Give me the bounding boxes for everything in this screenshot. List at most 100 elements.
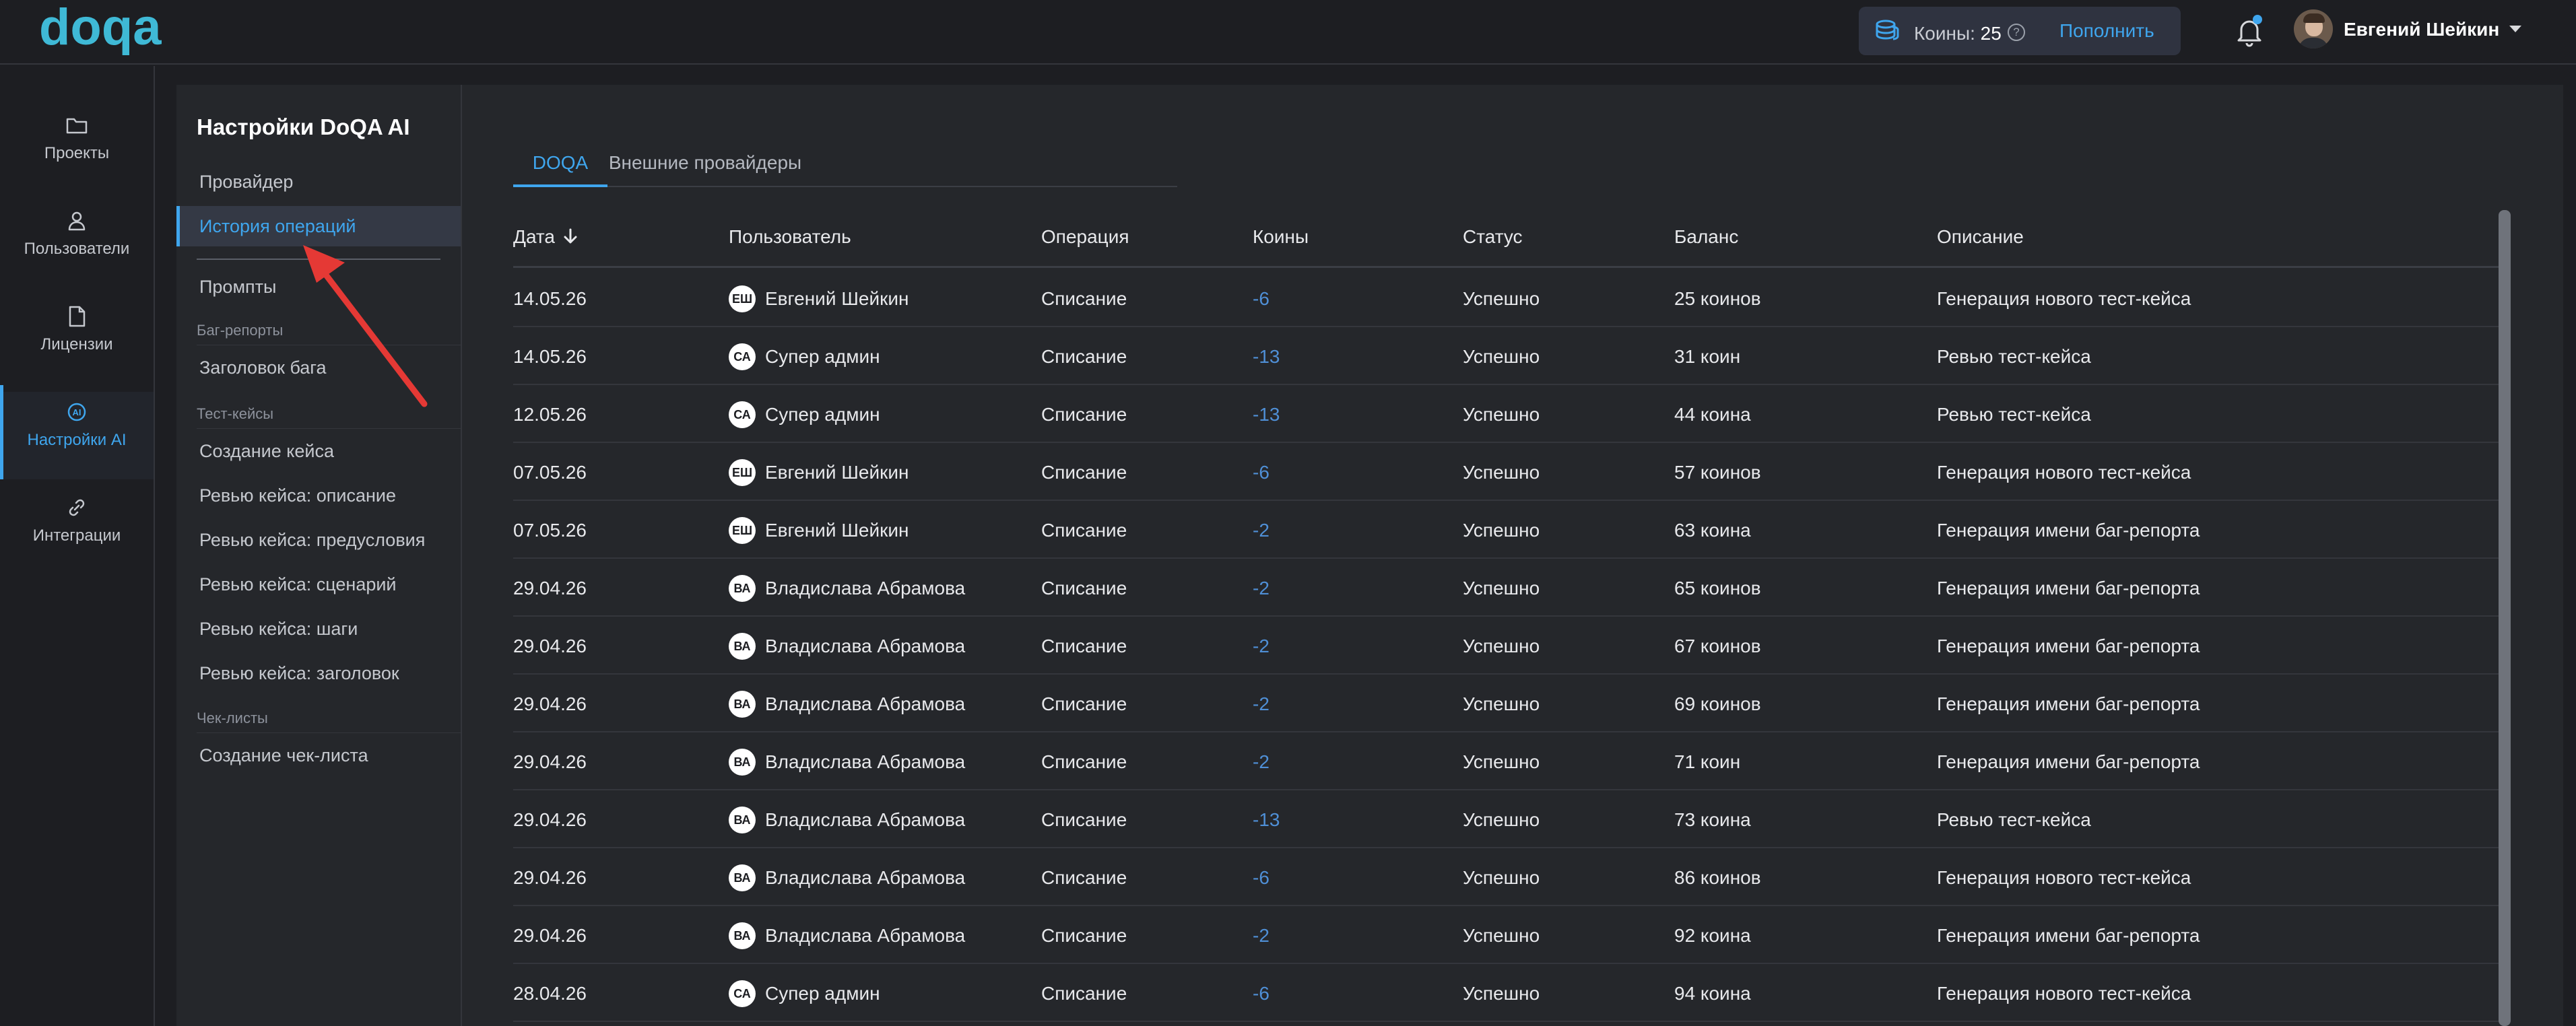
- tab-external-providers[interactable]: Внешние провайдеры: [607, 141, 803, 187]
- column-header-label: Дата: [513, 226, 556, 247]
- column-header-balance[interactable]: Баланс: [1674, 226, 1738, 248]
- cell-date: 29.04.26: [513, 925, 587, 946]
- cell-status: Успешно: [1463, 636, 1540, 656]
- cell-user-name: Владислава Абрамова: [765, 751, 966, 772]
- table-row[interactable]: ВА 29.04.26 Владислава Абрамова Списание -13…: [513, 790, 2507, 848]
- svg-text:doqa: doqa: [39, 4, 162, 56]
- menu-item-operations-history[interactable]: История операций: [176, 206, 461, 246]
- cell-operation: Списание: [1041, 925, 1127, 946]
- menu-rule: [197, 428, 461, 429]
- top-bar: doqa Коины: 25 ? Пополнить Евгений Шейки…: [0, 0, 2576, 65]
- menu-group-test-cases: Тест-кейсы: [197, 405, 274, 422]
- menu-item-review-scenario[interactable]: Ревью кейса: сценарий: [176, 564, 461, 605]
- cell-date: 29.04.26: [513, 636, 587, 656]
- topup-button[interactable]: Пополнить: [2054, 18, 2160, 44]
- cell-balance: 86 коинов: [1674, 867, 1761, 888]
- table-row[interactable]: СА 12.05.26 Супер админ Списание -13 Успешно 4…: [513, 385, 2507, 443]
- column-header-coins[interactable]: Коины: [1253, 226, 1309, 248]
- column-header-date[interactable]: Дата: [513, 226, 579, 248]
- cell-date: 28.04.26: [513, 983, 587, 1004]
- coins-value: 25: [1980, 23, 2002, 44]
- cell-status: Успешно: [1463, 462, 1540, 483]
- menu-item-review-preconditions[interactable]: Ревью кейса: предусловия: [176, 520, 461, 560]
- table-scrollbar[interactable]: [2499, 210, 2511, 1026]
- cell-date: 14.05.26: [513, 346, 587, 367]
- cell-balance: 63 коина: [1674, 520, 1751, 541]
- rail-item-users[interactable]: Пользователи: [0, 201, 154, 288]
- tab-doqa[interactable]: DOQA: [513, 141, 607, 187]
- cell-description: Генерация нового тест-кейса: [1937, 288, 2191, 309]
- menu-item-checklist-creation[interactable]: Создание чек-листа: [176, 735, 461, 776]
- table-row[interactable]: ВА 29.04.26 Владислава Абрамова Списание -2 У…: [513, 675, 2507, 732]
- menu-item-case-creation[interactable]: Создание кейса: [176, 431, 461, 471]
- user-initials-avatar: ЕШ: [729, 459, 756, 486]
- cell-coins: -13: [1253, 404, 1280, 425]
- table-row[interactable]: СА 14.05.26 Супер админ Списание -13 Успешно 3…: [513, 327, 2507, 385]
- cell-balance: 92 коина: [1674, 925, 1751, 946]
- cell-operation: Списание: [1041, 867, 1127, 888]
- user-name[interactable]: Евгений Шейкин: [2344, 19, 2499, 40]
- cell-coins: -6: [1253, 867, 1269, 888]
- cell-description: Генерация имени баг-репорта: [1937, 693, 2200, 714]
- primary-nav-rail: Проекты Пользователи Лицензии AI Настрой…: [0, 66, 155, 1026]
- rail-item-ai-settings[interactable]: AI Настройки AI: [0, 385, 154, 479]
- table-row[interactable]: ВА 29.04.26 Владислава Абрамова Списание -6 У…: [513, 848, 2507, 906]
- table-row[interactable]: ВА 29.04.26 Владислава Абрамова Списание -2 У…: [513, 732, 2507, 790]
- rail-item-integrations[interactable]: Интеграции: [0, 487, 154, 575]
- user-initials-avatar: СА: [729, 401, 756, 428]
- cell-coins: -2: [1253, 578, 1269, 598]
- menu-item-prompts[interactable]: Промпты: [176, 267, 461, 307]
- user-initials-avatar: СА: [729, 980, 756, 1007]
- rail-item-label: Настройки AI: [27, 431, 127, 449]
- cell-status: Успешно: [1463, 520, 1540, 541]
- column-header-operation[interactable]: Операция: [1041, 226, 1129, 248]
- column-header-user[interactable]: Пользователь: [729, 226, 851, 248]
- cell-balance: 67 коинов: [1674, 636, 1761, 656]
- column-header-status[interactable]: Статус: [1463, 226, 1523, 248]
- cell-user-name: Супер админ: [765, 404, 880, 425]
- table-row[interactable]: ВА 29.04.26 Владислава Абрамова Списание -2 У…: [513, 559, 2507, 617]
- menu-item-bug-title[interactable]: Заголовок бага: [176, 347, 461, 388]
- cell-status: Успешно: [1463, 578, 1540, 598]
- column-header-description[interactable]: Описание: [1937, 226, 2024, 248]
- cell-operation: Списание: [1041, 809, 1127, 830]
- rail-item-label: Интеграции: [32, 526, 121, 545]
- cell-operation: Списание: [1041, 520, 1127, 541]
- menu-item-provider[interactable]: Провайдер: [176, 162, 461, 202]
- doqa-logo[interactable]: doqa: [39, 0, 174, 58]
- cell-status: Успешно: [1463, 809, 1540, 830]
- cell-user-name: Евгений Шейкин: [765, 462, 909, 483]
- coins-count-text: Коины: 25: [1914, 23, 2002, 44]
- menu-item-review-steps[interactable]: Ревью кейса: шаги: [176, 609, 461, 649]
- chevron-down-icon[interactable]: [2509, 26, 2521, 32]
- cell-balance: 69 коинов: [1674, 693, 1761, 714]
- scrollbar-thumb[interactable]: [2499, 210, 2511, 1026]
- menu-item-review-title[interactable]: Ревью кейса: заголовок: [176, 653, 461, 693]
- table-row[interactable]: ЕШ 07.05.26 Евгений Шейкин Списание -6 Успешн…: [513, 443, 2507, 501]
- help-icon[interactable]: ?: [2008, 24, 2025, 41]
- table-row[interactable]: ЕШ 07.05.26 Евгений Шейкин Списание -2 Успешн…: [513, 501, 2507, 559]
- cell-operation: Списание: [1041, 751, 1127, 772]
- table-row[interactable]: ВА 29.04.26 Владислава Абрамова Списание -2 У…: [513, 906, 2507, 964]
- cell-coins: -6: [1253, 983, 1269, 1004]
- user-avatar[interactable]: [2294, 9, 2333, 48]
- table-row[interactable]: СА 28.04.26 Супер админ Списание -6 Успешно 94…: [513, 964, 2507, 1022]
- menu-divider: [197, 259, 440, 260]
- rail-item-label: Лицензии: [40, 335, 113, 353]
- rail-item-licenses[interactable]: Лицензии: [0, 296, 154, 384]
- rail-item-projects[interactable]: Проекты: [0, 105, 154, 193]
- user-initials-avatar: СА: [729, 343, 756, 370]
- user-initials-avatar: ВА: [729, 807, 756, 833]
- cell-description: Ревью тест-кейса: [1937, 809, 2091, 830]
- cell-balance: 71 коин: [1674, 751, 1741, 772]
- sort-desc-arrow-icon[interactable]: [562, 228, 579, 245]
- cell-coins: -2: [1253, 693, 1269, 714]
- rail-item-label: Проекты: [44, 144, 110, 162]
- menu-item-review-description[interactable]: Ревью кейса: описание: [176, 475, 461, 516]
- cell-balance: 31 коин: [1674, 346, 1741, 367]
- table-row[interactable]: ВА 29.04.26 Владислава Абрамова Списание -2 У…: [513, 617, 2507, 675]
- coins-balance-widget: Коины: 25 ? Пополнить: [1859, 7, 2181, 55]
- provider-tabs: DOQA Внешние провайдеры: [513, 141, 1177, 187]
- table-row[interactable]: ЕШ 14.05.26 Евгений Шейкин Списание -6 Успешн…: [513, 269, 2507, 327]
- cell-status: Успешно: [1463, 751, 1540, 772]
